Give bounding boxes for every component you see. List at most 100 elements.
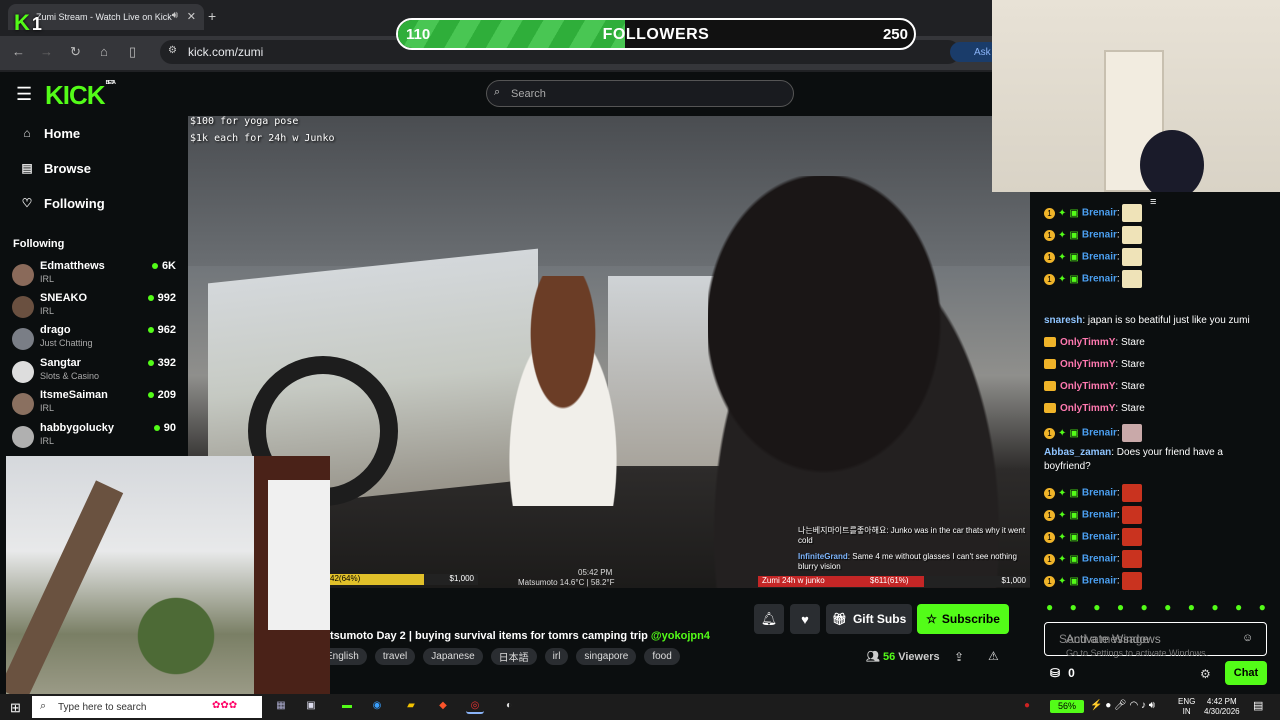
kick-logo[interactable]: KICKBETA	[45, 80, 116, 111]
following-channel[interactable]: drago Just Chatting 962	[12, 324, 178, 354]
viewer-count: 👥︎ 56 Viewers	[866, 650, 940, 663]
following-channel[interactable]: Edmatthews IRL 6K	[12, 260, 178, 290]
following-channel[interactable]: SNEAKO IRL 992	[12, 292, 178, 322]
chat-username[interactable]: Brenair	[1082, 554, 1117, 565]
chat-message: OnlyTimmY: Stare	[1044, 358, 1270, 372]
emote-icon[interactable]: ●	[1141, 600, 1148, 614]
taskbar-clock[interactable]: 4:42 PM 4/30/2026	[1204, 697, 1240, 717]
share-icon[interactable]: ⇪	[954, 650, 964, 664]
app-icon[interactable]: ▣	[302, 698, 320, 714]
tray-app-icon[interactable]: ●	[1018, 698, 1036, 714]
tray-icons[interactable]: ⚡ ● 🎤︎ ◠ ♪ 🔊︎	[1090, 700, 1155, 711]
chat-username[interactable]: OnlyTimmY	[1060, 403, 1115, 414]
emote-icon[interactable]: ●	[1117, 600, 1124, 614]
tag-pill[interactable]: Japanese	[423, 648, 483, 665]
battery-indicator[interactable]: 56%	[1050, 700, 1084, 713]
chrome-icon[interactable]: ◎	[466, 698, 484, 714]
sidebar-toggle-icon[interactable]: ▯	[129, 44, 136, 60]
badge-gift-icon: ▣	[1069, 487, 1079, 499]
channel-name: Sangtar	[40, 357, 81, 369]
chat-username[interactable]: Brenair	[1082, 510, 1117, 521]
tag-pill[interactable]: singapore	[576, 648, 637, 665]
file-explorer-icon[interactable]: ▰	[402, 698, 420, 714]
stream-tags: English travel Japanese 日本語 irl singapor…	[318, 648, 680, 665]
chat-username[interactable]: Brenair	[1082, 576, 1117, 587]
stream-title-mention[interactable]: @yokojpn4	[651, 630, 710, 642]
sidebar-item-home[interactable]: ⌂ Home	[18, 122, 178, 144]
sidebar-item-following[interactable]: ♡ Following	[18, 192, 178, 214]
chat-username[interactable]: Brenair	[1082, 252, 1117, 263]
speaker-icon[interactable]: 🔊︎	[172, 10, 178, 21]
search-input[interactable]: Search	[486, 80, 794, 107]
subscribe-button[interactable]: ☆ Subscribe	[917, 604, 1009, 634]
viewer-count-label: Viewers	[898, 651, 940, 663]
report-icon[interactable]: ⚠	[988, 649, 999, 663]
chat-message: 1 ✦ ▣ Brenair:	[1044, 506, 1270, 524]
chat-username[interactable]: Brenair	[1082, 428, 1117, 439]
emote-icon	[1121, 248, 1142, 266]
language-indicator[interactable]: ENG IN	[1178, 697, 1195, 717]
emote-icon[interactable]: ●	[1259, 600, 1266, 614]
following-channel[interactable]: habbygolucky IRL 90	[12, 422, 178, 452]
edge-icon[interactable]: ◉	[368, 698, 386, 714]
emoji-picker-icon[interactable]: ☺	[1242, 632, 1253, 644]
emote-icon[interactable]: ●	[1235, 600, 1242, 614]
chat-username[interactable]: Brenair	[1082, 230, 1117, 241]
emote-icon[interactable]: ●	[1211, 600, 1218, 614]
chat-message-text: :	[1116, 229, 1120, 241]
chat-username[interactable]: Brenair	[1082, 274, 1117, 285]
viewer-count-value: 962	[157, 324, 176, 336]
windows-start-icon[interactable]: ⊞	[10, 700, 21, 716]
chat-message: Abbas_zaman: Does your friend have a boyf…	[1044, 446, 1270, 474]
emote-icon[interactable]: ●	[1070, 600, 1077, 614]
language-code: ENG	[1178, 697, 1196, 706]
new-tab-icon[interactable]: +	[208, 8, 216, 24]
forward-icon[interactable]: →	[40, 44, 53, 59]
chat-settings-icon[interactable]: ⚙	[1200, 667, 1211, 681]
emote-icon[interactable]: ●	[1164, 600, 1171, 614]
badge-gift-icon: ▣	[1069, 575, 1079, 587]
channel-name: drago	[40, 324, 71, 336]
terminal-icon[interactable]: ▬	[338, 698, 356, 714]
kick-logo-text: KICK	[45, 80, 106, 110]
tag-pill[interactable]: irl	[544, 648, 569, 665]
chat-message-text: :	[1116, 487, 1120, 499]
video-weather: Matsumoto 14.6°C | 58.2°F	[518, 578, 615, 587]
chat-username[interactable]: OnlyTimmY	[1060, 359, 1115, 370]
following-channel[interactable]: Sangtar Slots & Casino 392	[12, 357, 178, 387]
chat-username[interactable]: snaresh	[1044, 315, 1082, 326]
chat-username[interactable]: Brenair	[1082, 208, 1117, 219]
reload-icon[interactable]: ↻	[70, 44, 81, 60]
tag-pill[interactable]: food	[644, 648, 680, 665]
badge-coin-icon: 1	[1044, 553, 1055, 565]
chat-send-button[interactable]: Chat	[1225, 661, 1267, 685]
chat-username[interactable]: Abbas_zaman	[1044, 447, 1111, 458]
follow-heart-button[interactable]: ♥	[790, 604, 820, 634]
viewer-count-value: 209	[157, 389, 176, 401]
emote-icon[interactable]: ●	[1093, 600, 1100, 614]
home-browser-icon[interactable]: ⌂	[100, 44, 108, 59]
gift-subs-button[interactable]: 🎁︎ Gift Subs	[826, 604, 912, 634]
tag-pill[interactable]: 日本語	[490, 648, 537, 665]
obs-icon[interactable]: ◐	[500, 698, 518, 714]
back-icon[interactable]: ←	[12, 44, 25, 59]
notification-bell-button[interactable]: 🔔︎	[754, 604, 784, 634]
chat-username[interactable]: Brenair	[1082, 532, 1117, 543]
task-view-icon[interactable]: ▦	[272, 698, 290, 714]
menu-icon[interactable]: ☰	[16, 84, 32, 105]
notification-icon[interactable]: ▤	[1253, 699, 1263, 712]
site-info-icon[interactable]: ⚙	[168, 45, 177, 56]
tag-pill[interactable]: travel	[374, 648, 416, 665]
chat-username[interactable]: Brenair	[1082, 488, 1117, 499]
emote-icon	[1121, 270, 1142, 288]
chat-username[interactable]: OnlyTimmY	[1060, 381, 1115, 392]
sidebar-item-browse[interactable]: ▤ Browse	[18, 157, 178, 179]
brave-icon[interactable]: ◆	[434, 698, 452, 714]
following-channel[interactable]: ItsmeSaiman IRL 209	[12, 389, 178, 419]
channel-points[interactable]: ⛁ 0	[1050, 666, 1075, 680]
donation-goal-amount: $1,000	[449, 574, 474, 583]
emote-icon[interactable]: ●	[1188, 600, 1195, 614]
chat-username[interactable]: OnlyTimmY	[1060, 337, 1115, 348]
close-tab-icon[interactable]: ✕	[187, 10, 196, 23]
emote-icon[interactable]: ●	[1046, 600, 1053, 614]
